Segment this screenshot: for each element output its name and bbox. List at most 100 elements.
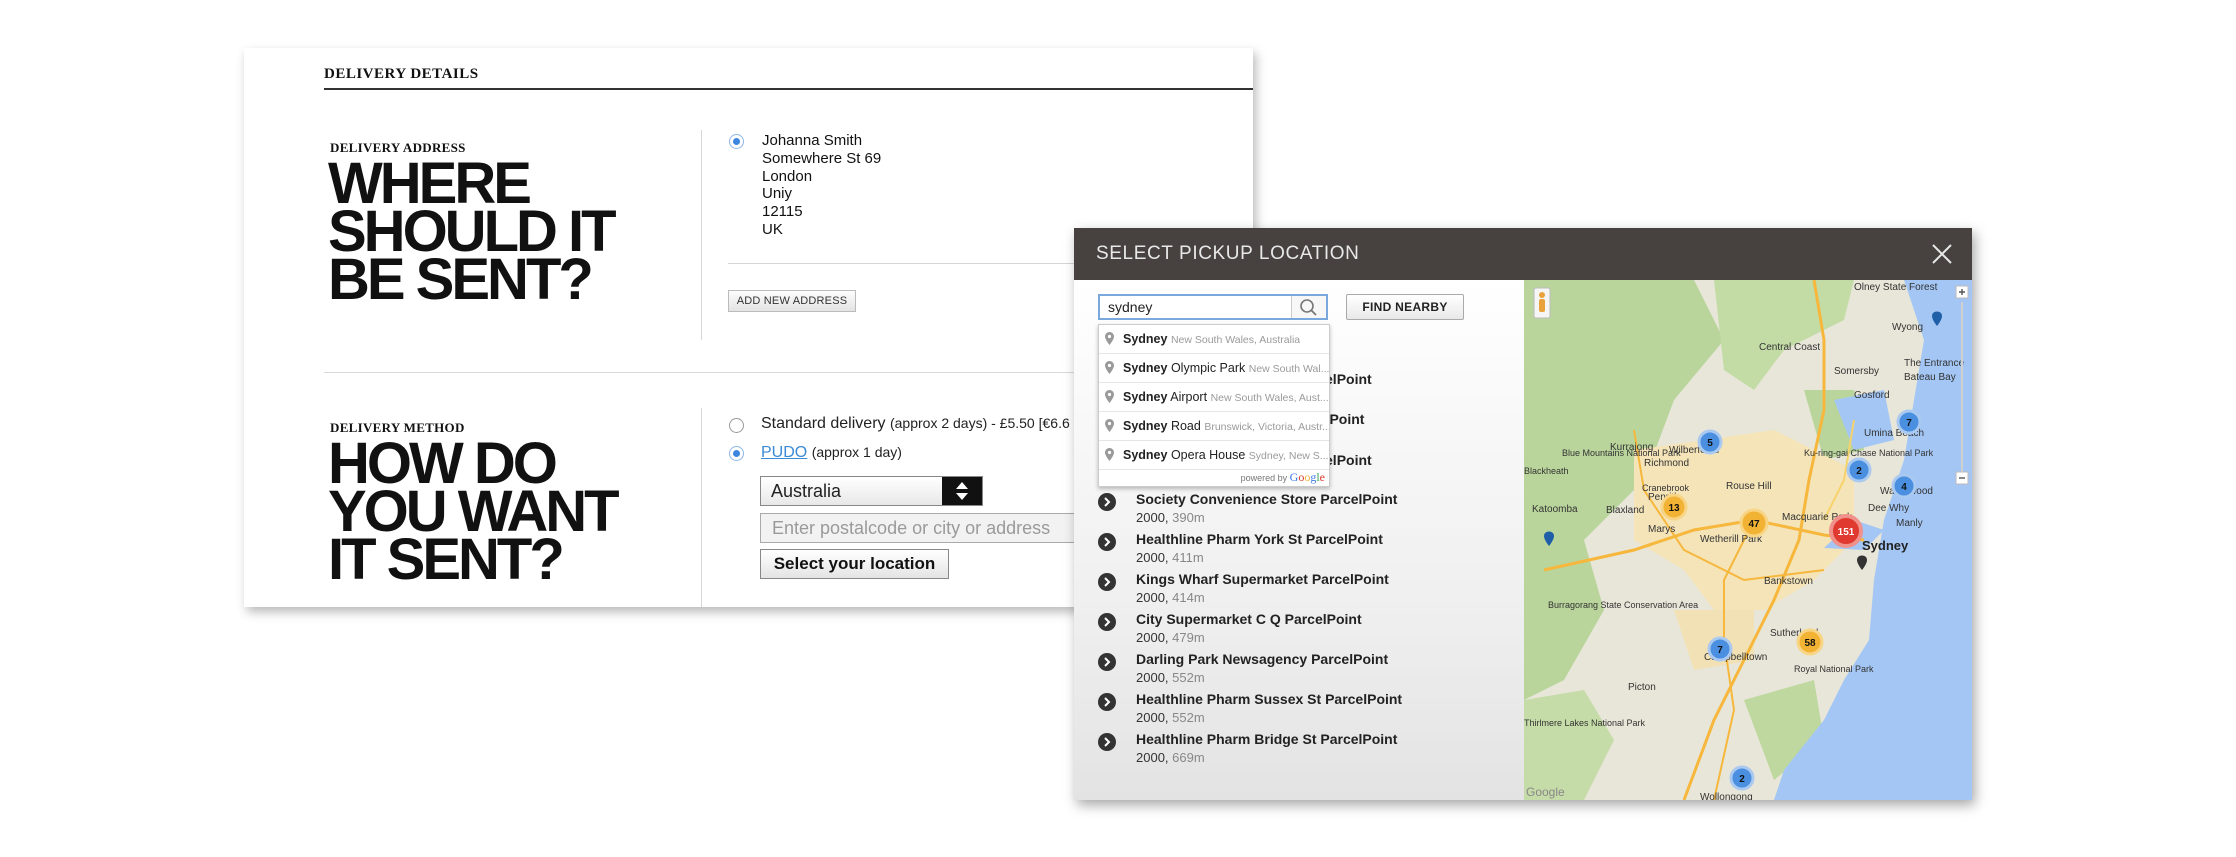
cluster-count: 4	[1901, 482, 1907, 493]
saved-address: Johanna Smith Somewhere St 69 London Uni…	[762, 132, 881, 239]
address-line: London	[762, 167, 813, 185]
map-place-label: Bateau Bay	[1904, 372, 1956, 383]
pickup-distance: 552m	[1172, 670, 1205, 685]
radio-selected-icon[interactable]	[729, 446, 744, 461]
pickup-postcode: 2000	[1136, 710, 1165, 725]
map-place-label: Manly	[1896, 518, 1923, 529]
pickup-meta: 2000, 411m	[1136, 550, 1204, 565]
zoom-in-icon[interactable]	[1955, 285, 1969, 299]
map-place-label: Central Coast	[1759, 342, 1820, 353]
up-down-arrows-icon	[942, 477, 982, 505]
pickup-postcode: 2000	[1136, 670, 1165, 685]
zoom-out-icon[interactable]	[1955, 471, 1969, 485]
cluster-count: 58	[1804, 638, 1816, 649]
autocomplete-match: Sydney	[1123, 332, 1168, 346]
search-button[interactable]	[1291, 296, 1326, 318]
find-nearby-button[interactable]: FIND NEARBY	[1346, 294, 1464, 320]
pickup-meta: 2000, 390m	[1136, 510, 1205, 525]
autocomplete-match: Sydney	[1123, 419, 1168, 433]
autocomplete-sub: New South Wales, Australia	[1170, 334, 1301, 346]
powered-by-google: powered by Google	[1099, 470, 1329, 486]
address-line: Uniy	[762, 185, 793, 203]
radio-selected-icon[interactable]	[729, 134, 744, 149]
pickup-map[interactable]: Olney State Forest Wyong Central Coast T…	[1524, 280, 1972, 800]
map-place-label: Rouse Hill	[1726, 481, 1772, 492]
map-place-label: Burragorang State Conservation Area	[1548, 600, 1698, 610]
pickup-name: Darling Park Newsagency ParcelPoint	[1136, 651, 1389, 667]
autocomplete-match: Sydney	[1123, 361, 1168, 375]
pickup-name: City Supermarket C Q ParcelPoint	[1136, 611, 1362, 627]
location-search-field[interactable]	[1098, 294, 1328, 320]
location-search-input[interactable]	[1108, 299, 1288, 315]
address-heading: WHERE SHOULD IT BE SENT?	[328, 155, 617, 312]
map-place-label: Royal National Park	[1794, 664, 1874, 674]
autocomplete-item[interactable]: Sydney Road Brunswick, Victoria, Austr..…	[1099, 412, 1329, 441]
autocomplete-item[interactable]: Sydney New South Wales, Australia	[1099, 325, 1329, 354]
chevron-right-circle-icon	[1098, 653, 1116, 671]
address-line: Johanna Smith	[762, 132, 863, 149]
autocomplete-rest: Olympic Park	[1167, 361, 1246, 375]
chevron-right-circle-icon	[1098, 613, 1116, 631]
chevron-right-circle-icon	[1098, 693, 1116, 711]
pickup-location-modal: SELECT PICKUP LOCATION FIND NEARBY Sydne…	[1074, 228, 1972, 800]
autocomplete-rest: Opera House	[1167, 448, 1246, 462]
zoom-slider-track[interactable]	[1961, 302, 1963, 472]
cluster-count: 151	[1838, 527, 1855, 538]
add-new-address-button[interactable]: ADD NEW ADDRESS	[728, 290, 856, 312]
pegman-icon[interactable]	[1533, 287, 1551, 319]
country-select[interactable]: Australia	[760, 476, 983, 506]
pudo-option[interactable]: PUDO (approx 1 day)	[761, 444, 902, 462]
pickup-meta: 2000, 552m	[1136, 710, 1205, 725]
pickup-meta: 2000, 479m	[1136, 630, 1205, 645]
pickup-distance: 411m	[1172, 550, 1204, 565]
location-pin-icon	[1105, 390, 1114, 403]
autocomplete-item[interactable]: Sydney Olympic Park New South Wal...	[1099, 354, 1329, 383]
pickup-postcode: 2000	[1136, 590, 1165, 605]
pickup-name: Kings Wharf Supermarket ParcelPoint	[1136, 571, 1389, 587]
map-place-label: Katoomba	[1532, 504, 1578, 515]
pickup-distance: 552m	[1172, 710, 1205, 725]
method-divider	[701, 408, 702, 607]
map-place-label: Gosford	[1854, 390, 1890, 401]
pickup-name: Society Convenience Store ParcelPoint	[1136, 491, 1398, 507]
search-icon	[1300, 299, 1317, 316]
autocomplete-item[interactable]: Sydney Opera House Sydney, New S...	[1099, 441, 1329, 470]
pickup-postcode: 2000	[1136, 630, 1165, 645]
map-place-label: Wyong	[1892, 322, 1923, 333]
address-line: 12115	[762, 203, 803, 221]
map-place-label: Ku-ring-gai Chase National Park	[1804, 448, 1934, 458]
cluster-count: 7	[1906, 418, 1912, 429]
chevron-right-circle-icon	[1098, 733, 1116, 751]
map-place-label: Marys	[1648, 524, 1675, 535]
pudo-detail: (approx 1 day)	[811, 444, 902, 460]
modal-header: SELECT PICKUP LOCATION	[1074, 228, 1972, 280]
radio-unselected-icon[interactable]	[729, 418, 744, 433]
pickup-meta: 2000, 552m	[1136, 670, 1205, 685]
select-location-button[interactable]: Select your location	[760, 549, 949, 579]
address-line: Somewhere St 69	[762, 149, 882, 167]
pickup-distance: 479m	[1172, 630, 1205, 645]
pickup-postcode: 2000	[1136, 750, 1165, 765]
pickup-name: Healthline Pharm Bridge St ParcelPoint	[1136, 731, 1398, 747]
pickup-name: Healthline Pharm Sussex St ParcelPoint	[1136, 691, 1403, 707]
location-pin-icon	[1105, 448, 1114, 461]
map-place-label: Cranebrook	[1642, 483, 1690, 493]
pudo-link[interactable]: PUDO	[761, 444, 807, 461]
standard-delivery-label: Standard delivery	[761, 415, 886, 432]
postal-input[interactable]: Enter postalcode or city or address	[760, 513, 1080, 543]
address-heading-line: BE SENT?	[328, 247, 594, 312]
map-place-label: Blackheath	[1524, 466, 1569, 476]
autocomplete-dropdown: Sydney New South Wales, Australia Sydney…	[1098, 324, 1330, 487]
method-heading: HOW DO YOU WANT IT SENT?	[328, 435, 620, 589]
map-city-label: Sydney	[1862, 538, 1909, 553]
autocomplete-item[interactable]: Sydney Airport New South Wales, Aust...	[1099, 383, 1329, 412]
results-panel: FIND NEARBY Sydney New South Wales, Aust…	[1074, 280, 1524, 800]
pickup-distance: 390m	[1172, 510, 1205, 525]
google-logo: Google	[1289, 470, 1325, 484]
country-value: Australia	[771, 481, 842, 501]
close-icon[interactable]	[1930, 242, 1954, 266]
chevron-right-circle-icon	[1098, 573, 1116, 591]
autocomplete-sub: New South Wales, Aust...	[1210, 392, 1329, 404]
powered-by-text: powered by	[1240, 473, 1288, 483]
standard-delivery-option[interactable]: Standard delivery (approx 2 days) - £5.5…	[761, 415, 1070, 433]
